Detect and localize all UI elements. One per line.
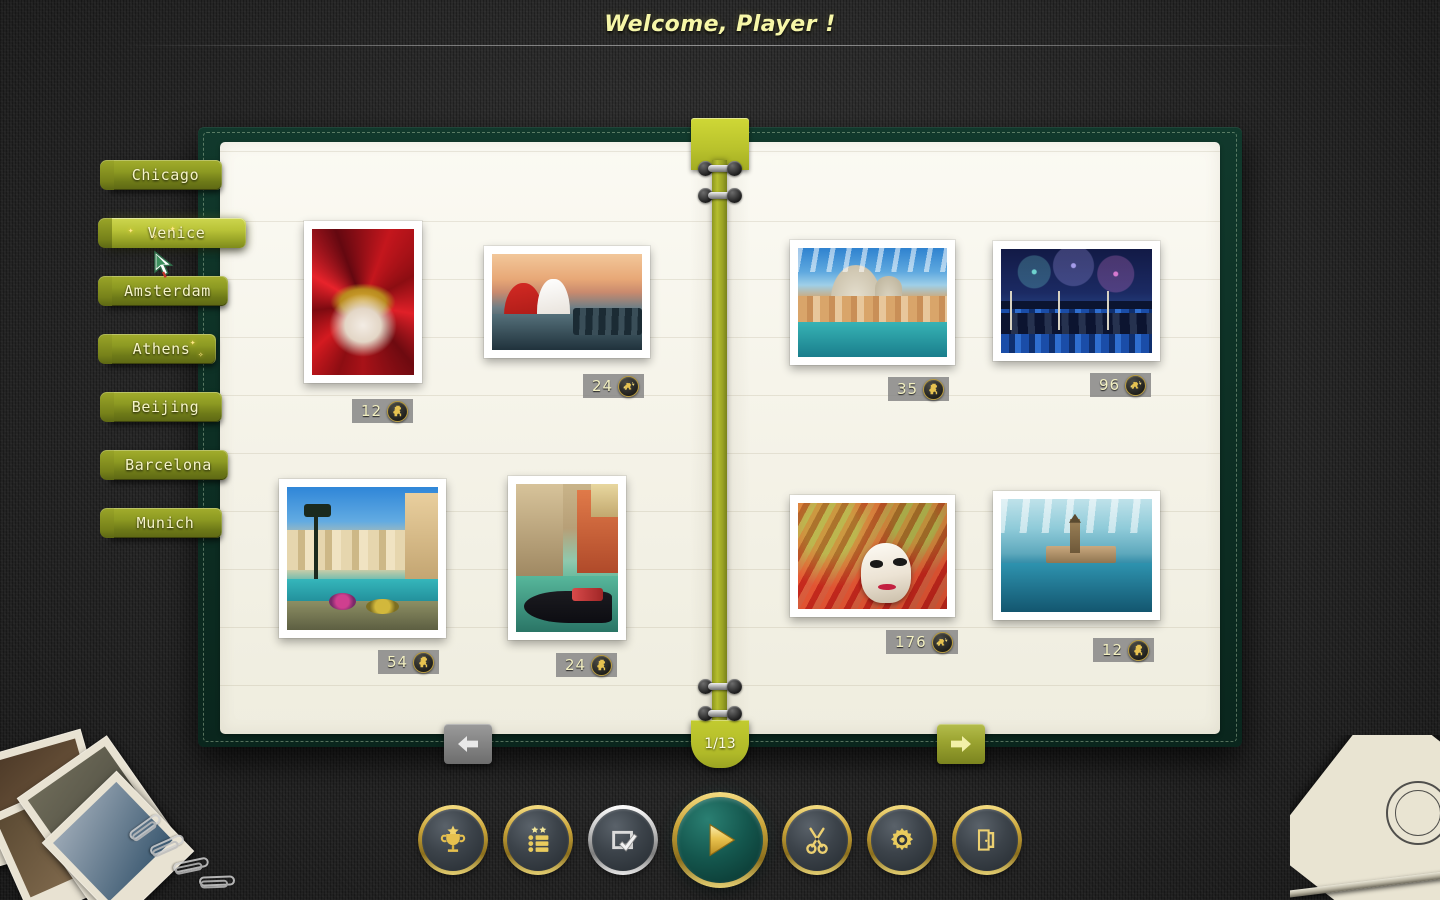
piece-count-badge: 12 (352, 399, 414, 423)
sidebar-item-beijing[interactable]: Beijing (100, 392, 222, 422)
photo-image (1001, 249, 1152, 353)
sidebar-item-munich[interactable]: Munich (100, 508, 222, 538)
photo-image (798, 248, 947, 357)
piece-count-value: 54 (387, 653, 409, 671)
photo-image (312, 229, 414, 375)
piece-count-value: 24 (565, 656, 587, 674)
select-photo-button[interactable] (588, 805, 658, 875)
piece-count-value: 176 (895, 633, 927, 651)
photo-thumbnail[interactable] (993, 491, 1160, 620)
photo-image (492, 254, 642, 350)
binding-ring (698, 706, 742, 722)
photo-thumbnail[interactable] (790, 495, 955, 617)
photo-image (287, 487, 438, 630)
header-bar: Welcome, Player ! (0, 0, 1440, 48)
bookmark-ribbon-strip (712, 160, 727, 735)
photo-thumbnail[interactable] (508, 476, 626, 640)
sparkle-icon: ✧ (198, 350, 204, 360)
welcome-title: Welcome, Player ! (604, 11, 836, 37)
piece-count-badge: 24 (583, 374, 645, 398)
gear-icon (890, 828, 914, 851)
statistics-button[interactable] (503, 805, 573, 875)
piece-count-value: 12 (361, 402, 383, 420)
piece-count-badge: 12 (1093, 638, 1155, 662)
photo-check-icon (612, 830, 638, 852)
city-tab-label: Amsterdam (124, 282, 211, 300)
piece-count-badge: 96 (1090, 373, 1152, 397)
puzzle-piece-icon (413, 651, 435, 673)
city-tab-label: Barcelona (125, 456, 212, 474)
cut-puzzle-button[interactable] (782, 805, 852, 875)
binding-ring (698, 188, 742, 204)
album-page-left (220, 142, 720, 734)
photo-thumbnail[interactable] (304, 221, 422, 383)
arrow-left-icon (458, 736, 478, 752)
city-tab-label: Beijing (131, 398, 200, 416)
play-button[interactable] (672, 792, 768, 888)
photo-image (798, 503, 947, 609)
exit-door-icon (977, 829, 995, 851)
page-indicator-bookmark: 1/13 (691, 720, 749, 768)
piece-count-badge: 176 (886, 630, 958, 654)
scissors-icon (806, 827, 828, 854)
piece-count-value: 96 (1099, 376, 1121, 394)
list-stars-icon (528, 826, 549, 852)
photo-thumbnail[interactable] (790, 240, 955, 365)
puzzle-piece-icon (923, 378, 945, 400)
sparkle-icon: ✦ (190, 338, 196, 348)
arrow-right-icon (951, 736, 971, 752)
city-tab-label: Athens (132, 340, 191, 358)
achievements-button[interactable] (418, 805, 488, 875)
city-tab-label: Venice (147, 224, 206, 242)
piece-count-value: 35 (897, 380, 919, 398)
bottom-toolbar (0, 790, 1440, 890)
piece-count-badge: 35 (888, 377, 950, 401)
photo-thumbnail[interactable] (279, 479, 446, 638)
page-indicator-label: 1/13 (704, 736, 736, 752)
exit-button[interactable] (952, 805, 1022, 875)
photo-image (1001, 499, 1152, 612)
sidebar-item-chicago[interactable]: Chicago (100, 160, 222, 190)
trophy-icon (440, 825, 466, 852)
photo-image (516, 484, 618, 632)
city-tab-list: Chicago Venice ✦ ✧ ✦ Amsterdam Athens ✦ … (0, 160, 260, 566)
photo-thumbnail[interactable] (993, 241, 1160, 361)
puzzle-rotate-icon (1125, 374, 1147, 396)
puzzle-rotate-icon (931, 631, 953, 653)
puzzle-piece-icon (591, 654, 613, 676)
city-tab-label: Chicago (131, 166, 200, 184)
sidebar-item-amsterdam[interactable]: Amsterdam (98, 276, 228, 306)
header-divider (120, 45, 1320, 46)
binding-ring (698, 161, 742, 177)
sidebar-item-barcelona[interactable]: Barcelona (100, 450, 228, 480)
sidebar-item-venice[interactable]: Venice ✦ ✧ ✦ (98, 218, 246, 248)
piece-count-badge: 54 (378, 650, 440, 674)
piece-count-badge: 24 (556, 653, 618, 677)
binding-ring (698, 679, 742, 695)
puzzle-rotate-icon (618, 375, 640, 397)
puzzle-piece-icon (387, 400, 409, 422)
play-icon (709, 823, 736, 857)
sparkle-icon: ✦ (128, 226, 134, 236)
sidebar-item-athens[interactable]: Athens ✦ ✧ (98, 334, 216, 364)
options-button[interactable] (867, 805, 937, 875)
next-page-button[interactable] (937, 724, 985, 764)
puzzle-piece-icon (1128, 639, 1150, 661)
piece-count-value: 24 (592, 377, 614, 395)
piece-count-value: 12 (1102, 641, 1124, 659)
city-tab-label: Munich (136, 514, 195, 532)
prev-page-button[interactable] (444, 724, 492, 764)
photo-thumbnail[interactable] (484, 246, 650, 358)
